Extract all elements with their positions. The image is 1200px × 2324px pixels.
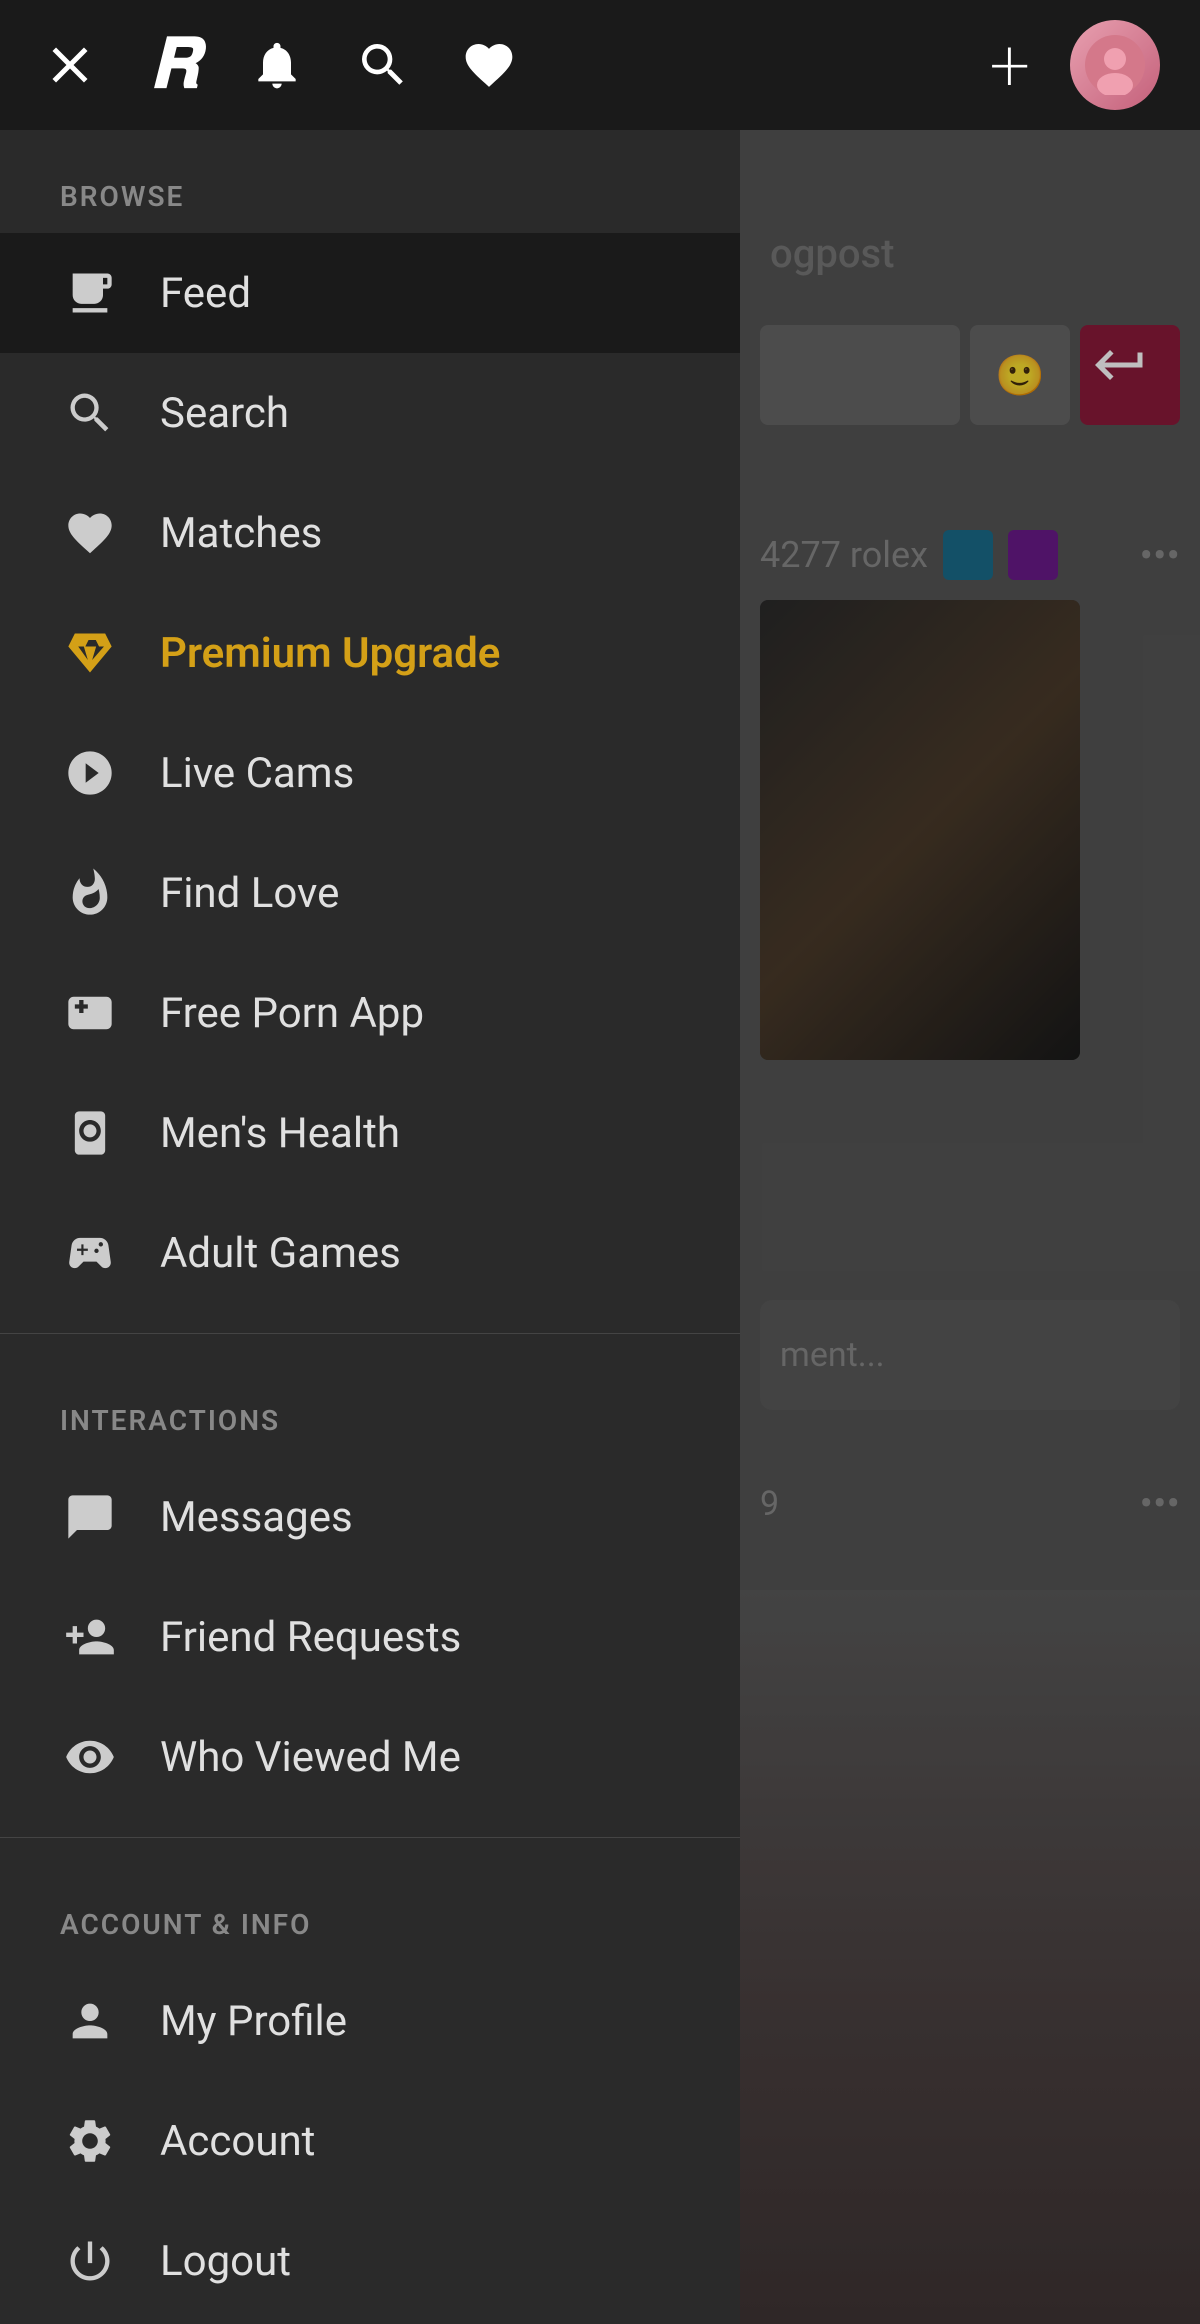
person-add-icon [60, 1607, 120, 1667]
sidebar-item-search[interactable]: Search [0, 353, 740, 473]
friendrequests-label: Friend Requests [160, 1613, 461, 1662]
top-bar-left: 𝐑 [40, 25, 517, 105]
gamepad-icon [60, 1223, 120, 1283]
logout-label: Logout [160, 2237, 291, 2286]
menshealth-label: Men's Health [160, 1109, 400, 1158]
sidebar-item-account[interactable]: Account [0, 2081, 740, 2201]
section-account-label: ACCOUNT & INFO [0, 1858, 740, 1961]
pornapp-label: Free Porn App [160, 989, 424, 1038]
bg-post2-more-options: ••• [1140, 1480, 1181, 1527]
bg-blogpost-text: ogpost [770, 230, 894, 277]
close-button[interactable] [40, 35, 100, 95]
right-content-area: ogpost 🙂 4277 rolex ••• [740, 130, 1200, 2324]
sidebar-item-friendrequests[interactable]: Friend Requests [0, 1577, 740, 1697]
sidebar-item-myprofile[interactable]: My Profile [0, 1961, 740, 2081]
notifications-button[interactable] [249, 37, 305, 93]
fire-icon [60, 863, 120, 923]
eye-icon [60, 1727, 120, 1787]
gear-icon [60, 2111, 120, 2171]
matches-label: Matches [160, 509, 322, 558]
myprofile-label: My Profile [160, 1997, 347, 2046]
top-bar: 𝐑 + [0, 0, 1200, 130]
bg-badge-1 [943, 530, 993, 580]
search-label: Search [160, 389, 289, 438]
premium-label: Premium Upgrade [160, 629, 500, 678]
sidebar-item-premium[interactable]: Premium Upgrade [0, 593, 740, 713]
sidebar-item-findlove[interactable]: Find Love [0, 833, 740, 953]
bg-text-input [760, 325, 960, 425]
logo-icon: 𝐑 [150, 25, 199, 105]
newspaper-icon [60, 263, 120, 323]
heart-icon [60, 503, 120, 563]
bg-comment-section: ment... [740, 1280, 1200, 1430]
search-icon [60, 383, 120, 443]
bg-send-button [1080, 325, 1180, 425]
sidebar-item-livecams[interactable]: Live Cams [0, 713, 740, 833]
bg-post-area: 4277 rolex ••• [740, 510, 1200, 1080]
bg-more-options: ••• [1140, 532, 1181, 579]
findlove-label: Find Love [160, 869, 339, 918]
bg-badge-2 [1008, 530, 1058, 580]
bg-emoji-button: 🙂 [970, 325, 1070, 425]
bg-post2-user: 9 [760, 1484, 779, 1524]
likes-button[interactable] [461, 37, 517, 93]
messages-label: Messages [160, 1493, 353, 1542]
bg-comment-input: ment... [760, 1300, 1180, 1410]
section-interactions-label: INTERACTIONS [0, 1354, 740, 1457]
add-button[interactable]: + [989, 23, 1030, 108]
bg-post2-header: 9 ••• [740, 1460, 1200, 1547]
sidebar-item-menshealth[interactable]: Men's Health [0, 1073, 740, 1193]
chat-icon [60, 1487, 120, 1547]
sidebar-item-adultgames[interactable]: Adult Games [0, 1193, 740, 1313]
avatar[interactable] [1070, 20, 1160, 110]
whoviewedme-label: Who Viewed Me [160, 1733, 461, 1782]
controller-icon [60, 983, 120, 1043]
bg-post-header: 4277 rolex ••• [760, 530, 1180, 580]
divider-2 [0, 1837, 740, 1838]
diamond-icon [60, 623, 120, 683]
person-icon [60, 1991, 120, 2051]
search-top-button[interactable] [355, 37, 411, 93]
sidebar: BROWSE Feed Search [0, 130, 740, 2324]
feed-label: Feed [160, 269, 251, 318]
video-cam-icon [60, 743, 120, 803]
account-label: Account [160, 2117, 315, 2166]
sidebar-item-whoviewedme[interactable]: Who Viewed Me [0, 1697, 740, 1817]
sidebar-item-pornapp[interactable]: Free Porn App [0, 953, 740, 1073]
sidebar-item-messages[interactable]: Messages [0, 1457, 740, 1577]
top-bar-right: + [989, 20, 1160, 110]
power-icon [60, 2231, 120, 2291]
bg-comment-placeholder: ment... [780, 1335, 885, 1375]
bg-post2-image [740, 1590, 1200, 2324]
divider-1 [0, 1333, 740, 1334]
health-icon [60, 1103, 120, 1163]
main-area: BROWSE Feed Search [0, 130, 1200, 2324]
bg-input-area: 🙂 [740, 310, 1200, 440]
livecams-label: Live Cams [160, 749, 354, 798]
sidebar-item-feed[interactable]: Feed [0, 233, 740, 353]
bg-username: 4277 rolex [760, 534, 928, 576]
adultgames-label: Adult Games [160, 1229, 401, 1278]
sidebar-item-matches[interactable]: Matches [0, 473, 740, 593]
sidebar-item-logout[interactable]: Logout [0, 2201, 740, 2321]
section-browse-label: BROWSE [0, 130, 740, 233]
bg-post-image [760, 600, 1080, 1060]
